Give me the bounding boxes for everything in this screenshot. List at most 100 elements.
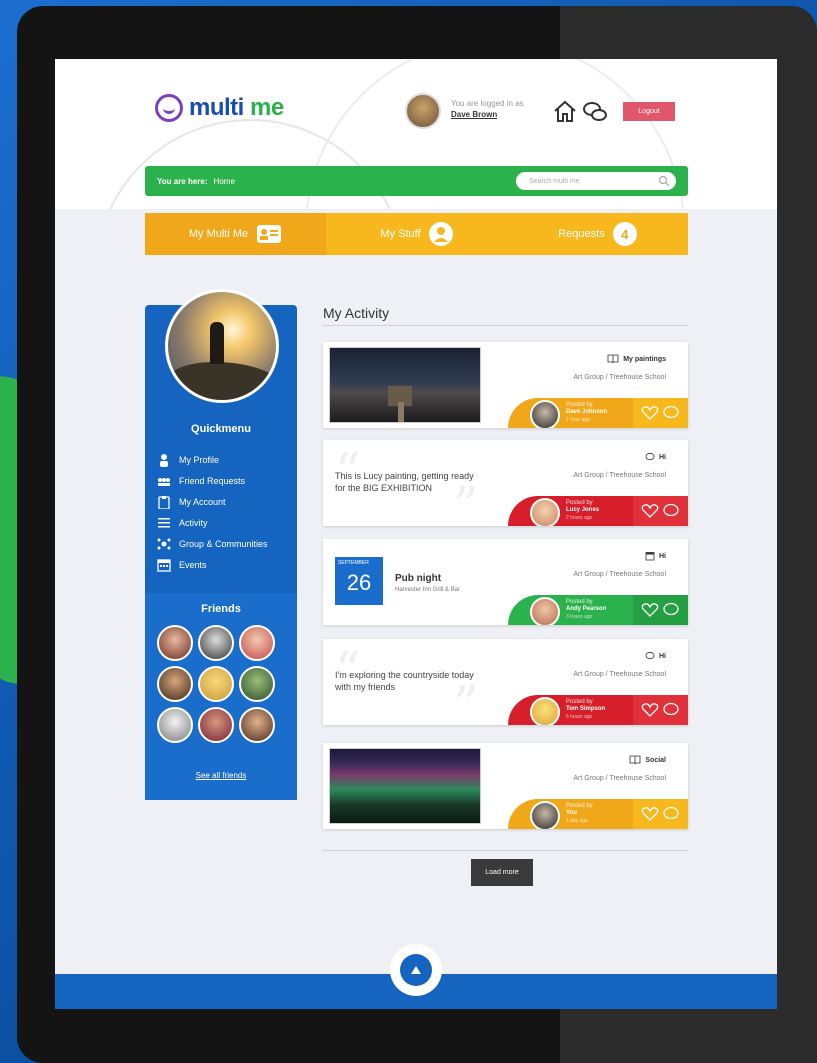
activity-card[interactable]: “ I'm exploring the countryside today wi… [323,639,688,725]
breadcrumb-home[interactable]: Home [214,177,235,186]
friend-avatar[interactable] [198,625,234,661]
heart-icon[interactable] [641,602,659,618]
poster-name[interactable]: Lucy Jones [566,507,599,513]
search-icon[interactable] [658,175,670,187]
activity-title-text: Hi [659,652,666,660]
sidebar-item-activity[interactable]: Activity [157,512,268,533]
heart-icon[interactable] [641,702,659,718]
logo-text: multi me [189,94,284,122]
activity-image[interactable] [329,748,481,824]
activity-group: Art Group / Treehouse School [573,671,666,678]
heart-icon[interactable] [641,405,659,421]
speech-icon [645,452,655,461]
sidebar-item-label: Friend Requests [179,475,246,486]
tablet-frame: multi me You are logged in as Dave Brown… [17,6,817,1063]
sidebar-item-my-account[interactable]: My Account [157,491,268,512]
quote-close-icon: ” [453,675,479,725]
activity-group: Art Group / Treehouse School [573,374,666,381]
activity-actions [633,595,688,625]
activity-card[interactable]: “ This is Lucy painting, getting ready f… [323,440,688,526]
see-all-friends-link[interactable]: See all friends [145,771,297,780]
chat-icon[interactable] [582,99,608,125]
main-nav: My Multi Me My Stuff Requests 4 [145,213,688,255]
posted-by-label: Posted by [566,599,593,605]
activity-footer: Posted by Tom Simpson 5 hours ago [508,695,688,725]
comment-icon[interactable] [662,806,680,822]
event-location: Harvester Inn Grill & Bar [395,587,461,593]
home-icon[interactable] [552,99,578,125]
activity-card[interactable]: Social Art Group / Treehouse School Post… [323,743,688,829]
friend-avatar[interactable] [157,625,193,661]
event-day: 26 [346,570,372,595]
comment-icon[interactable] [662,602,680,618]
activity-card[interactable]: SEPTEMBER 26 Pub night Harvester Inn Gri… [323,539,688,625]
tab-label: My Multi Me [188,228,249,240]
activity-actions [633,496,688,526]
sidebar-item-label: My Account [179,496,226,507]
friend-avatar[interactable] [157,666,193,702]
sidebar-item-friend-requests[interactable]: Friend Requests [157,470,268,491]
activity-title-text: Social [645,756,666,764]
logo-icon [155,94,183,122]
friend-avatar[interactable] [198,707,234,743]
tab-my-stuff[interactable]: My Stuff [326,213,507,255]
activity-footer: Posted by Dave Johnson 1 hour ago [508,398,688,428]
comment-icon[interactable] [662,702,680,718]
poster-avatar[interactable] [530,498,560,526]
people-icon [158,477,170,486]
comment-icon[interactable] [662,405,680,421]
sidebar-item-events[interactable]: Events [157,554,268,575]
activity-footer: Posted by You 1 day ago [508,799,688,829]
calendar-icon [645,552,655,561]
poster-name[interactable]: Andy Pearson [566,606,606,612]
scroll-top-button[interactable] [390,944,442,996]
logo[interactable]: multi me [155,94,284,122]
book-icon [607,354,619,364]
speech-icon [645,651,655,660]
page-title: My Activity [323,305,390,321]
event-title[interactable]: Pub night [395,573,441,584]
user-name-link[interactable]: Dave Brown [451,110,497,119]
requests-badge: 4 [612,222,637,246]
title-divider [323,325,688,326]
activity-actions [633,799,688,829]
tab-my-multi-me[interactable]: My Multi Me [145,213,326,255]
heart-icon[interactable] [641,806,659,822]
sidebar-item-group-communities[interactable]: Group & Communities [157,533,268,554]
friend-avatar[interactable] [239,707,275,743]
poster-name[interactable]: Dave Johnson [566,409,607,415]
friend-avatar[interactable] [157,707,193,743]
poster-avatar[interactable] [530,697,560,725]
logged-in-label: You are logged in as [451,99,524,108]
tab-requests[interactable]: Requests 4 [507,213,688,255]
friend-avatar[interactable] [239,625,275,661]
poster-avatar[interactable] [530,597,560,625]
post-time: 1 day ago [566,818,588,824]
sidebar-item-my-profile[interactable]: My Profile [157,449,268,470]
activity-image[interactable] [329,347,481,423]
app-screen: multi me You are logged in as Dave Brown… [55,59,777,1009]
user-avatar[interactable] [405,93,441,129]
friend-avatar[interactable] [198,666,234,702]
activity-card[interactable]: My paintings Art Group / Treehouse Schoo… [323,342,688,428]
quickmenu: My Profile Friend Requests My Account Ac… [157,449,268,575]
logout-button[interactable]: Logout [623,102,675,121]
breadcrumb-label: You are here: [157,176,208,186]
hill [168,362,276,400]
poster-name[interactable]: You [566,810,577,816]
activity-group: Art Group / Treehouse School [573,571,666,578]
profile-photo[interactable] [165,289,279,403]
activity-title-text: Hi [659,453,666,461]
poster-name[interactable]: Tom Simpson [566,706,605,712]
comment-icon[interactable] [662,503,680,519]
activity-actions [633,398,688,428]
friend-avatar[interactable] [239,666,275,702]
list-divider [323,850,688,851]
activity-footer: Posted by Lucy Jones 2 hours ago [508,496,688,526]
heart-icon[interactable] [641,503,659,519]
poster-avatar[interactable] [530,801,560,829]
logo-me: me [243,94,284,121]
load-more-button[interactable]: Load more [471,859,533,886]
poster-avatar[interactable] [530,400,560,428]
search-input[interactable]: Search multi me [516,172,676,190]
